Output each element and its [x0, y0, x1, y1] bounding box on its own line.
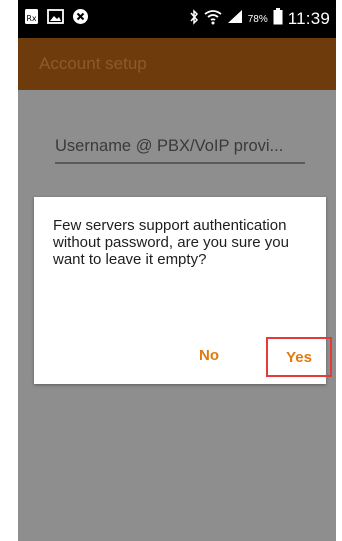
battery-percent: 78% — [247, 13, 268, 25]
battery-icon — [273, 8, 283, 30]
dialog-message: Few servers support authentication witho… — [53, 217, 289, 268]
notification-icon: Rx — [24, 8, 39, 30]
status-bar-right: 78% 11:39 — [189, 8, 336, 30]
image-icon — [47, 9, 64, 29]
no-button[interactable]: No — [192, 343, 226, 367]
username-placeholder: Username @ PBX/VoIP provi... — [55, 136, 284, 155]
svg-text:Rx: Rx — [26, 14, 37, 23]
signal-icon — [227, 9, 243, 29]
status-bar: Rx 78% 11:39 — [18, 0, 336, 38]
page-title: Account setup — [39, 54, 147, 73]
app-bar: Account setup — [18, 38, 336, 90]
confirm-dialog: Few servers support authentication witho… — [34, 197, 332, 384]
bluetooth-icon — [189, 8, 199, 30]
status-bar-left: Rx — [18, 8, 89, 30]
username-field[interactable]: Username @ PBX/VoIP provi... — [55, 130, 305, 164]
wifi-icon — [204, 9, 222, 30]
close-circle-icon — [72, 8, 89, 30]
clock: 11:39 — [287, 9, 330, 28]
phone-screen: Rx 78% 11:39 Account setup Username @ PB… — [18, 0, 336, 541]
yes-button[interactable]: Yes — [266, 337, 332, 377]
